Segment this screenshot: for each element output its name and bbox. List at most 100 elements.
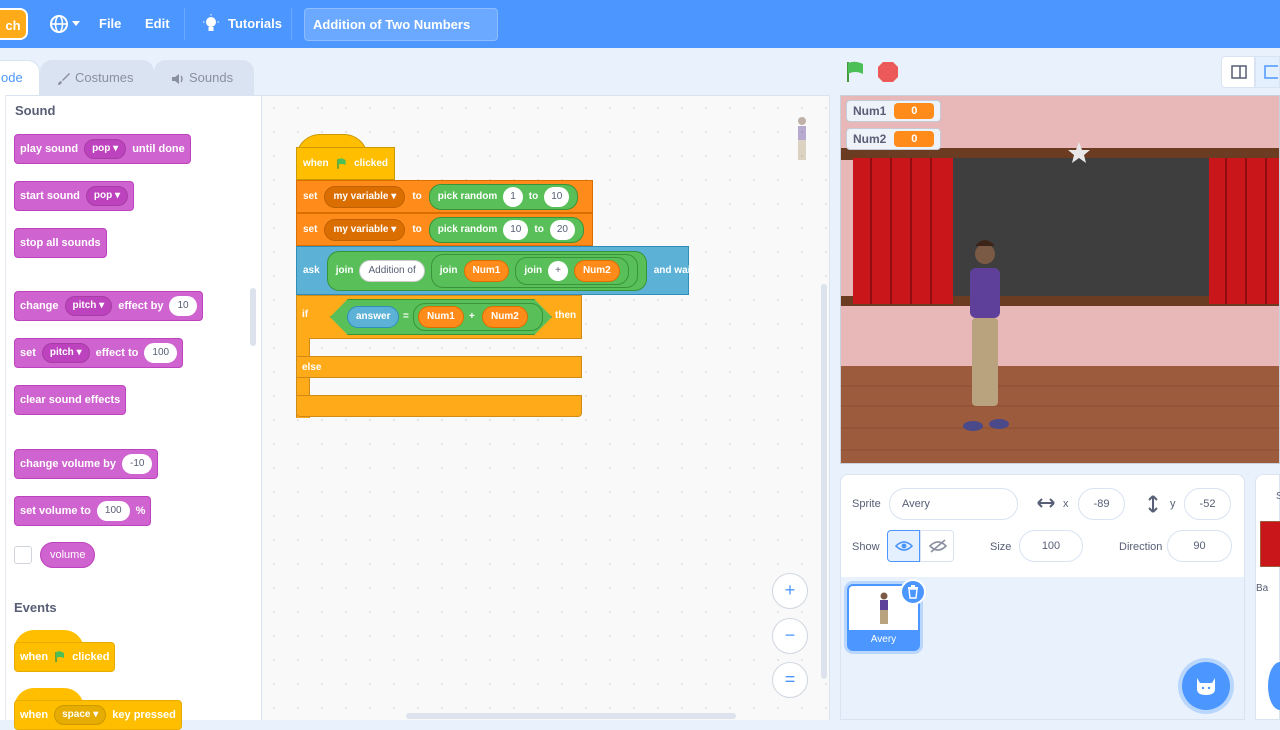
set-volume-block[interactable]: set volume to 100 % xyxy=(14,496,152,526)
palette-scrollbar[interactable] xyxy=(250,288,256,346)
events-category-title: Events xyxy=(14,600,57,615)
edit-menu[interactable]: Edit xyxy=(145,0,170,48)
equals-label: = xyxy=(403,311,409,322)
clear-sound-effects-block[interactable]: clear sound effects xyxy=(14,385,127,415)
set-variable-block-1[interactable]: set my variable ▾ to pick random 1 to 10 xyxy=(296,180,593,213)
size-input[interactable]: 100 xyxy=(1019,530,1083,562)
y-label: y xyxy=(1170,498,1176,510)
monitor-label: Num2 xyxy=(853,132,887,146)
zoom-reset-button[interactable]: = xyxy=(772,662,808,698)
x-position-input[interactable]: -89 xyxy=(1078,488,1125,520)
delete-sprite-button[interactable] xyxy=(900,579,926,605)
tab-costumes[interactable]: Costumes xyxy=(40,60,154,96)
zoom-out-button[interactable]: − xyxy=(772,618,808,654)
zoom-in-button[interactable]: + xyxy=(772,573,808,609)
monitor-value: 0 xyxy=(894,131,935,147)
block-label: join xyxy=(335,264,354,276)
block-label: when xyxy=(20,709,49,721)
horizontal-arrows-icon xyxy=(1037,498,1055,508)
plus-text-input[interactable]: + xyxy=(548,260,568,281)
tab-code[interactable]: ode xyxy=(0,60,40,96)
when-flag-clicked-script-block[interactable]: when clicked xyxy=(296,147,395,180)
block-label: start sound xyxy=(20,190,80,202)
dropdown-value: pop xyxy=(92,143,111,154)
ask-and-wait-block[interactable]: ask join Addition of join Num1 join + Nu… xyxy=(296,246,694,295)
random-max-input[interactable]: 10 xyxy=(544,186,570,207)
backdrop-thumbnail[interactable] xyxy=(1260,521,1280,567)
pick-random-block[interactable]: pick random 10 to 20 xyxy=(428,216,584,243)
language-button[interactable] xyxy=(48,13,82,35)
sprite-name-caption: Avery xyxy=(849,630,918,649)
sound-menu-dropdown[interactable]: pop ▾ xyxy=(84,139,127,159)
key-menu-dropdown[interactable]: space ▾ xyxy=(54,705,107,725)
num1-reporter[interactable]: Num1 xyxy=(418,306,464,328)
volume-value-input[interactable]: 100 xyxy=(96,501,130,521)
set-effect-block[interactable]: set pitch ▾ effect to 100 xyxy=(14,338,184,368)
stop-all-sounds-block[interactable]: stop all sounds xyxy=(14,228,107,258)
block-label: set xyxy=(20,347,36,359)
block-label: stop all sounds xyxy=(20,237,101,249)
join-block-inner[interactable]: join + Num2 xyxy=(515,256,629,285)
backdrop-label: Ba xyxy=(1256,583,1269,594)
join-block-middle[interactable]: join Num1 join + Num2 xyxy=(430,253,638,288)
random-max-input[interactable]: 20 xyxy=(549,219,575,240)
volume-change-input[interactable]: -10 xyxy=(121,454,153,474)
effect-amount-input[interactable]: 10 xyxy=(169,296,197,316)
join-block-outer[interactable]: join Addition of join Num1 join + Num2 xyxy=(326,250,647,291)
start-sound-block[interactable]: start sound pop ▾ xyxy=(14,181,135,211)
num1-variable-monitor[interactable]: Num1 0 xyxy=(846,100,942,122)
menu-divider xyxy=(184,8,185,40)
sprite-name-input[interactable]: Avery xyxy=(889,488,1018,520)
effect-menu-dropdown[interactable]: pitch ▾ xyxy=(41,343,90,363)
eye-icon xyxy=(895,541,913,551)
y-position-input[interactable]: -52 xyxy=(1184,488,1231,520)
sound-menu-dropdown[interactable]: pop ▾ xyxy=(85,186,129,206)
block-label: clear sound effects xyxy=(20,394,121,406)
play-sound-until-done-block[interactable]: play sound pop ▾ until done xyxy=(14,134,191,164)
hide-sprite-button[interactable] xyxy=(920,530,954,562)
small-stage-icon xyxy=(1231,65,1247,79)
small-stage-button[interactable] xyxy=(1221,56,1255,88)
effect-menu-dropdown[interactable]: pitch ▾ xyxy=(64,296,113,316)
num2-reporter[interactable]: Num2 xyxy=(573,259,620,282)
large-stage-button[interactable] xyxy=(1255,56,1280,88)
variable-dropdown[interactable]: my variable ▾ xyxy=(324,185,406,208)
random-min-input[interactable]: 1 xyxy=(503,186,523,207)
when-key-pressed-block[interactable]: when space ▾ key pressed xyxy=(14,700,182,730)
num2-variable-monitor[interactable]: Num2 0 xyxy=(846,128,942,150)
direction-input[interactable]: 90 xyxy=(1167,530,1232,562)
stage-pane-label: S xyxy=(1276,491,1280,502)
variable-dropdown[interactable]: my variable ▾ xyxy=(324,218,406,241)
show-sprite-button[interactable] xyxy=(887,530,920,562)
block-label: change xyxy=(20,300,59,312)
green-flag-button[interactable] xyxy=(843,60,867,84)
menu-divider xyxy=(291,8,292,40)
tab-sounds-label: Sounds xyxy=(189,70,234,85)
tab-sounds[interactable]: Sounds xyxy=(154,60,254,96)
stage[interactable] xyxy=(840,95,1280,464)
join-text-input[interactable]: Addition of xyxy=(359,259,425,282)
random-min-input[interactable]: 10 xyxy=(503,219,529,240)
category-menu-edge xyxy=(0,95,6,720)
stop-button[interactable] xyxy=(876,60,900,84)
scratch-logo[interactable]: ch xyxy=(0,8,28,40)
when-flag-clicked-block[interactable]: when clicked xyxy=(14,642,116,672)
change-volume-block[interactable]: change volume by -10 xyxy=(14,449,159,479)
file-menu[interactable]: File xyxy=(99,0,121,48)
num1-reporter[interactable]: Num1 xyxy=(463,259,510,282)
script-area-horizontal-scrollbar[interactable] xyxy=(406,713,736,719)
num2-reporter[interactable]: Num2 xyxy=(482,306,528,328)
answer-reporter[interactable]: answer xyxy=(347,306,400,328)
script-area-vertical-scrollbar[interactable] xyxy=(821,284,827,679)
effect-value-input[interactable]: 100 xyxy=(144,343,178,363)
block-label: when xyxy=(20,651,49,663)
block-label: set xyxy=(303,224,318,235)
change-effect-block[interactable]: change pitch ▾ effect by 10 xyxy=(14,291,203,321)
project-title-input[interactable]: Addition of Two Numbers xyxy=(304,8,498,41)
choose-sprite-button[interactable] xyxy=(1182,662,1230,710)
pick-random-block[interactable]: pick random 1 to 10 xyxy=(428,183,579,210)
set-variable-block-2[interactable]: set my variable ▾ to pick random 10 to 2… xyxy=(296,213,593,246)
block-label: % xyxy=(135,505,146,517)
volume-reporter-block[interactable]: volume xyxy=(40,542,96,568)
volume-monitor-checkbox[interactable] xyxy=(14,546,32,564)
